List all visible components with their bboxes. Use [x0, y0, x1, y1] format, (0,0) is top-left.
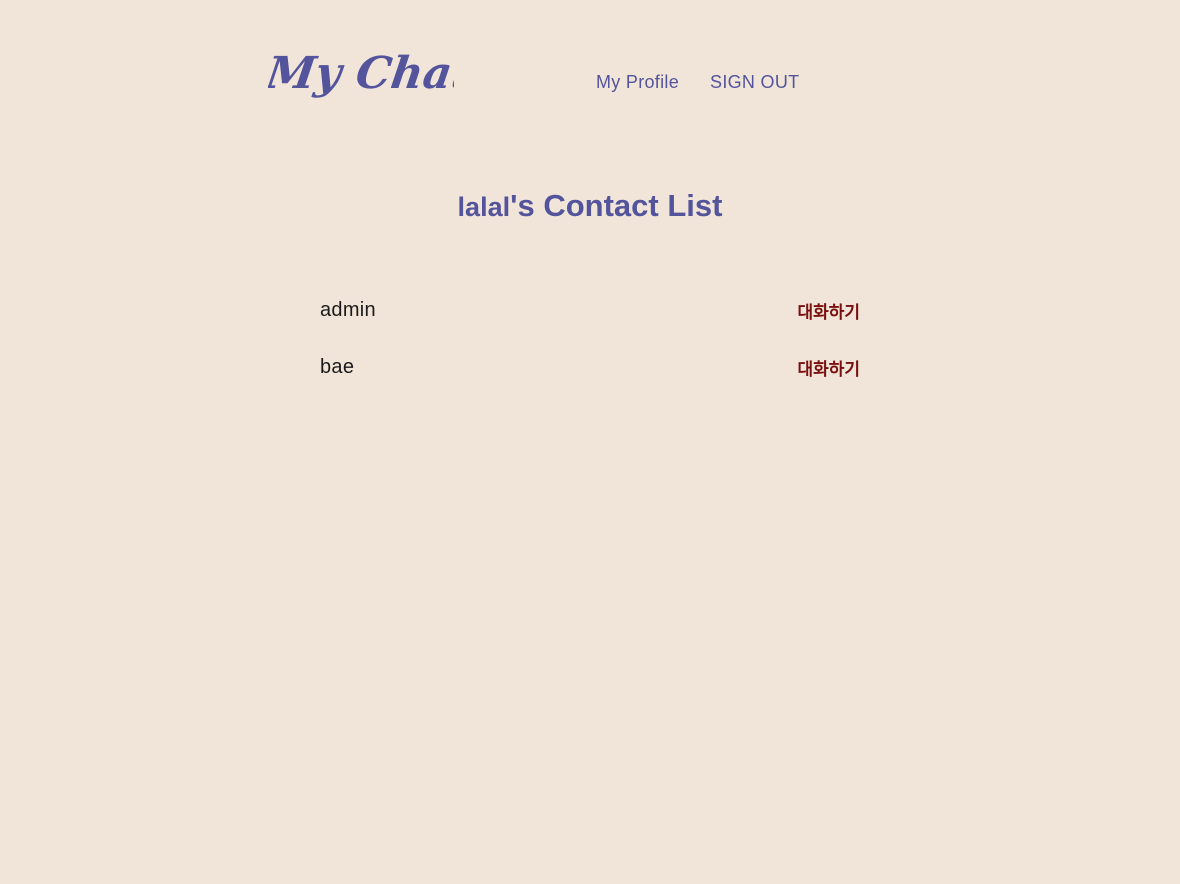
page-title: lalal's Contact List [0, 184, 1180, 228]
page-title-suffix: 's Contact List [510, 188, 723, 223]
contact-name: admin [320, 299, 376, 321]
logo-text: My Chat [268, 47, 454, 99]
top-nav: My Profile SIGN OUT [596, 72, 799, 93]
contact-list: admin 대화하기 bae 대화하기 [320, 282, 860, 396]
contact-row: admin 대화하기 [320, 282, 860, 339]
current-username: lalal [457, 192, 511, 222]
contact-row: bae 대화하기 [320, 339, 860, 396]
contact-name: bae [320, 356, 355, 378]
logo-wordmark: My Chat [261, 47, 476, 99]
my-profile-link[interactable]: My Profile [596, 72, 679, 93]
start-chat-link[interactable]: 대화하기 [797, 355, 860, 380]
logo[interactable]: My Chat [261, 36, 476, 112]
sign-out-link[interactable]: SIGN OUT [710, 72, 799, 93]
start-chat-link[interactable]: 대화하기 [797, 298, 860, 323]
